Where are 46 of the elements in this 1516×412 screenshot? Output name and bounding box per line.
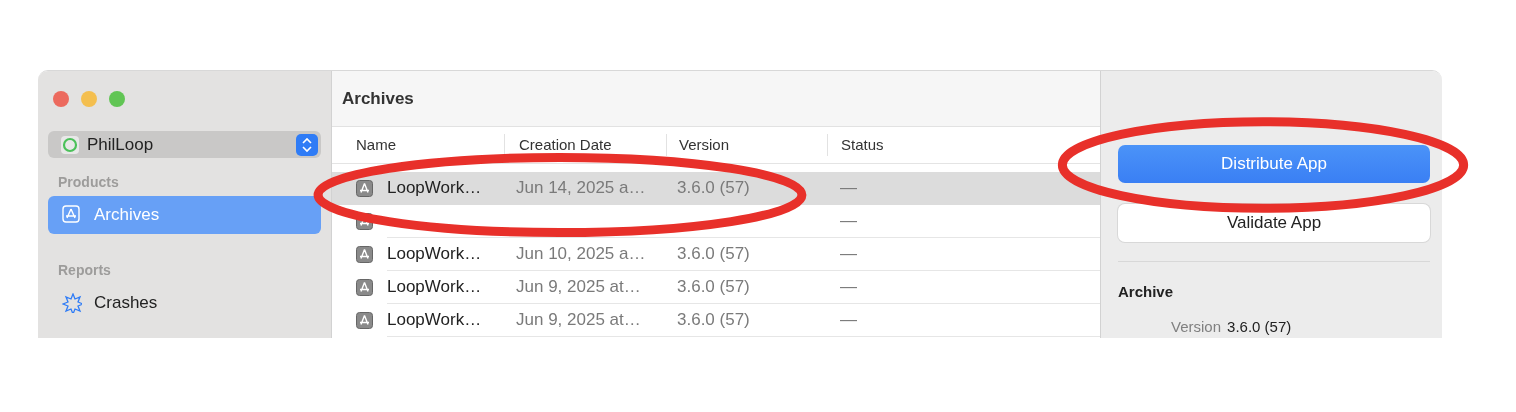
minimize-button[interactable] xyxy=(81,91,97,107)
column-header[interactable]: Creation Date xyxy=(504,134,666,156)
table-cell-text: 3.6.0 (57) xyxy=(676,177,751,199)
table-cell: LoopWork… xyxy=(387,271,504,304)
table-row[interactable]: LoopWork… Jun 14, 2025 a… 3.6.0 (57) — xyxy=(332,172,1100,205)
table-cell: Jun 9, 2025 at… xyxy=(504,271,666,304)
column-header[interactable]: Name xyxy=(332,134,504,156)
table-cell: 3.6.0 (57) xyxy=(666,304,827,337)
archive-icon xyxy=(356,246,373,263)
table-row[interactable]: LoopWork… Jun 9, 2025 at… 3.6.0 (57) — xyxy=(332,271,1100,304)
table-row[interactable]: — xyxy=(332,205,1100,238)
table-cell: — xyxy=(827,271,1100,304)
table-row[interactable]: LoopWork… Jun 9, 2025 at… 3.6.0 (57) — xyxy=(332,304,1100,337)
field-value: 3.6.0 (57) xyxy=(1227,318,1292,335)
archive-icon xyxy=(356,180,373,197)
section-header: Reports xyxy=(57,262,112,280)
section-header: Products xyxy=(57,174,120,192)
table-cell-text: — xyxy=(839,177,858,199)
table-cell: Jun 9, 2025 at… xyxy=(504,304,666,337)
scheme-name: PhilLoop xyxy=(87,134,155,155)
table-cell: — xyxy=(827,304,1100,337)
table-cell: LoopWork… xyxy=(387,238,504,271)
table-cell-text: Jun 14, 2025 a… xyxy=(515,177,647,199)
table-cell: LoopWork… xyxy=(387,304,504,337)
field-label: Version xyxy=(1171,318,1222,335)
table-cell: — xyxy=(827,238,1100,271)
chevron-icon[interactable] xyxy=(296,133,318,156)
archive-icon xyxy=(356,312,373,329)
table-cell: 3.6.0 (57) xyxy=(666,271,827,304)
app-icon xyxy=(61,135,79,154)
sidebar-item[interactable]: Crashes xyxy=(48,284,321,322)
archive-icon xyxy=(62,205,82,225)
column-header[interactable]: Status xyxy=(827,134,1100,156)
archive-icon xyxy=(356,279,373,296)
burst-icon xyxy=(62,293,82,313)
table-cell-text: LoopWork… xyxy=(387,177,483,199)
table-cell: — xyxy=(827,205,1100,238)
section-header: Archive xyxy=(1118,283,1175,300)
panel-title: Archives xyxy=(342,88,414,109)
table-cell: 3.6.0 (57) xyxy=(666,238,827,271)
table-cell: Jun 10, 2025 a… xyxy=(504,238,666,271)
zoom-button[interactable] xyxy=(109,91,125,107)
close-button[interactable] xyxy=(53,91,69,107)
column-header[interactable]: Version xyxy=(666,134,827,156)
scheme-popup[interactable]: PhilLoop xyxy=(48,131,321,158)
table-row[interactable]: LoopWork… Jun 10, 2025 a… 3.6.0 (57) — xyxy=(332,238,1100,271)
